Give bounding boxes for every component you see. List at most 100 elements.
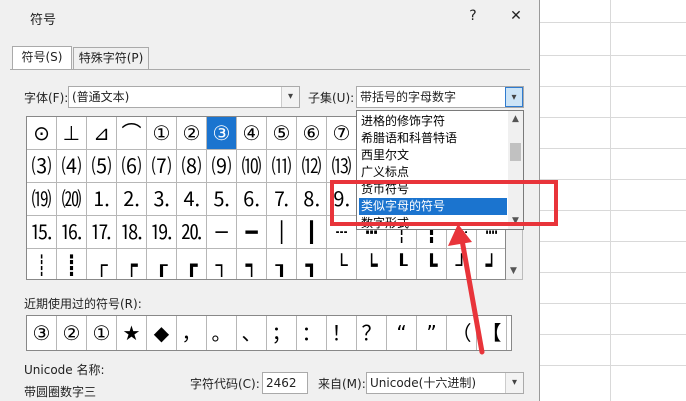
symbol-cell[interactable]: ⑷ <box>57 150 87 183</box>
symbol-cell[interactable]: ⒎ <box>267 183 297 216</box>
recent-symbol-cell[interactable]: ， <box>177 316 207 350</box>
sheet-gridline <box>540 117 686 118</box>
symbol-cell[interactable]: ⑼ <box>207 150 237 183</box>
symbol-cell[interactable]: └ <box>327 249 357 279</box>
symbol-cell[interactable]: ┏ <box>177 249 207 279</box>
symbol-cell[interactable]: ─ <box>207 216 237 249</box>
symbol-cell[interactable]: ┖ <box>387 249 417 279</box>
symbol-cell[interactable]: ┒ <box>267 249 297 279</box>
sheet-gridline <box>540 303 686 304</box>
chevron-down-icon[interactable]: ▾ <box>505 373 523 393</box>
subset-select[interactable]: 带括号的字母数字 ▾ <box>356 86 524 108</box>
recent-symbol-cell[interactable]: ？ <box>357 316 387 350</box>
symbol-cell[interactable]: ⑺ <box>147 150 177 183</box>
symbol-cell[interactable]: ③ <box>207 117 237 150</box>
from-value: Unicode(十六进制) <box>370 376 477 390</box>
symbol-cell[interactable]: ② <box>177 117 207 150</box>
symbol-cell[interactable]: ┊ <box>27 249 57 279</box>
sheet-gridline <box>540 241 686 242</box>
symbol-cell[interactable]: ⊥ <box>57 117 87 150</box>
symbol-cell[interactable]: ┍ <box>117 249 147 279</box>
tab-symbols[interactable]: 符号(S) <box>12 46 72 70</box>
symbol-cell[interactable]: ⑹ <box>117 150 147 183</box>
symbol-cell[interactable]: ⒇ <box>57 183 87 216</box>
symbol-cell[interactable]: ⑿ <box>297 150 327 183</box>
symbol-cell[interactable]: ┐ <box>207 249 237 279</box>
symbol-cell[interactable]: ④ <box>237 117 267 150</box>
symbol-cell[interactable]: ⑾ <box>267 150 297 183</box>
from-select[interactable]: Unicode(十六进制) ▾ <box>366 372 524 394</box>
symbol-cell[interactable]: ┎ <box>147 249 177 279</box>
chevron-down-icon[interactable]: ▾ <box>281 87 299 107</box>
symbol-cell[interactable]: ⌒ <box>117 117 147 150</box>
scroll-up-icon[interactable]: ▲ <box>508 111 523 127</box>
symbol-cell[interactable]: ⑥ <box>297 117 327 150</box>
symbol-cell[interactable]: ⒋ <box>177 183 207 216</box>
font-select[interactable]: (普通文本) ▾ <box>68 86 300 108</box>
subset-option[interactable]: 西里尔文 <box>359 147 507 164</box>
tab-special-characters[interactable]: 特殊字符(P) <box>73 47 149 69</box>
sheet-gridline <box>540 179 686 180</box>
symbol-cell[interactable]: ⒈ <box>87 183 117 216</box>
charcode-input[interactable]: 2462 <box>262 372 308 394</box>
symbol-cell[interactable]: ┓ <box>297 249 327 279</box>
symbol-cell[interactable]: ⒘ <box>87 216 117 249</box>
scroll-thumb[interactable] <box>510 143 521 161</box>
symbol-cell[interactable]: ① <box>147 117 177 150</box>
close-icon[interactable]: ✕ <box>505 6 527 26</box>
recent-symbol-cell[interactable]: 、 <box>237 316 267 350</box>
symbol-cell[interactable]: ┕ <box>357 249 387 279</box>
symbol-cell[interactable]: ⊙ <box>27 117 57 150</box>
subset-option[interactable]: 进格的修饰字符 <box>359 113 507 130</box>
symbol-cell[interactable]: ⒀ <box>327 150 357 183</box>
symbol-cell[interactable]: ⒛ <box>177 216 207 249</box>
sheet-gridline <box>540 55 686 56</box>
symbol-cell[interactable]: ⒙ <box>117 216 147 249</box>
recent-symbol-cell[interactable]: ； <box>267 316 297 350</box>
chevron-down-icon[interactable]: ▾ <box>505 87 523 107</box>
help-icon[interactable]: ? <box>462 6 484 26</box>
recent-symbol-cell[interactable]: ③ <box>27 316 57 350</box>
scroll-down-icon[interactable]: ▼ <box>506 263 521 279</box>
symbol-cell[interactable]: ⒊ <box>147 183 177 216</box>
symbol-cell[interactable]: ⑻ <box>177 150 207 183</box>
symbol-cell[interactable]: ⑦ <box>327 117 357 150</box>
symbol-cell[interactable]: ⑤ <box>267 117 297 150</box>
symbol-cell[interactable]: ⒆ <box>27 183 57 216</box>
symbol-cell[interactable]: ⒉ <box>117 183 147 216</box>
subset-value: 带括号的字母数字 <box>360 90 457 104</box>
annotation-highlight-box <box>330 180 558 226</box>
symbol-cell[interactable]: ⊿ <box>87 117 117 150</box>
symbol-cell[interactable]: ⒚ <box>147 216 177 249</box>
symbol-cell[interactable]: │ <box>267 216 297 249</box>
sheet-gridline <box>540 148 686 149</box>
recent-symbol-cell[interactable]: ◆ <box>147 316 177 350</box>
symbol-cell[interactable]: ━ <box>237 216 267 249</box>
symbol-cell[interactable]: ⑽ <box>237 150 267 183</box>
charcode-label: 字符代码(C): <box>190 377 260 391</box>
recent-symbol-cell[interactable]: ！ <box>327 316 357 350</box>
subset-option[interactable]: 广义标点 <box>359 164 507 181</box>
symbol-cell[interactable]: ⒖ <box>27 216 57 249</box>
recent-symbol-cell[interactable]: ★ <box>117 316 147 350</box>
recent-symbol-cell[interactable]: ② <box>57 316 87 350</box>
symbol-cell[interactable]: ┑ <box>237 249 267 279</box>
symbol-cell[interactable]: ┃ <box>297 216 327 249</box>
symbol-cell[interactable]: ⒍ <box>237 183 267 216</box>
sheet-gridline <box>540 22 686 23</box>
recent-symbol-cell[interactable]: 。 <box>207 316 237 350</box>
sheet-gridline <box>540 334 686 335</box>
recent-label: 近期使用过的符号(R): <box>24 297 142 311</box>
symbol-cell[interactable]: ⑶ <box>27 150 57 183</box>
symbol-cell[interactable]: ┋ <box>57 249 87 279</box>
symbol-cell[interactable]: ⒌ <box>207 183 237 216</box>
dialog-title: 符号 <box>30 13 57 28</box>
recent-symbol-cell[interactable]: “ <box>387 316 417 350</box>
subset-option[interactable]: 希腊语和科普特语 <box>359 130 507 147</box>
symbol-cell[interactable]: ⑸ <box>87 150 117 183</box>
symbol-cell[interactable]: ⒏ <box>297 183 327 216</box>
symbol-cell[interactable]: ┌ <box>87 249 117 279</box>
symbol-cell[interactable]: ⒗ <box>57 216 87 249</box>
recent-symbol-cell[interactable]: ： <box>297 316 327 350</box>
recent-symbol-cell[interactable]: ① <box>87 316 117 350</box>
